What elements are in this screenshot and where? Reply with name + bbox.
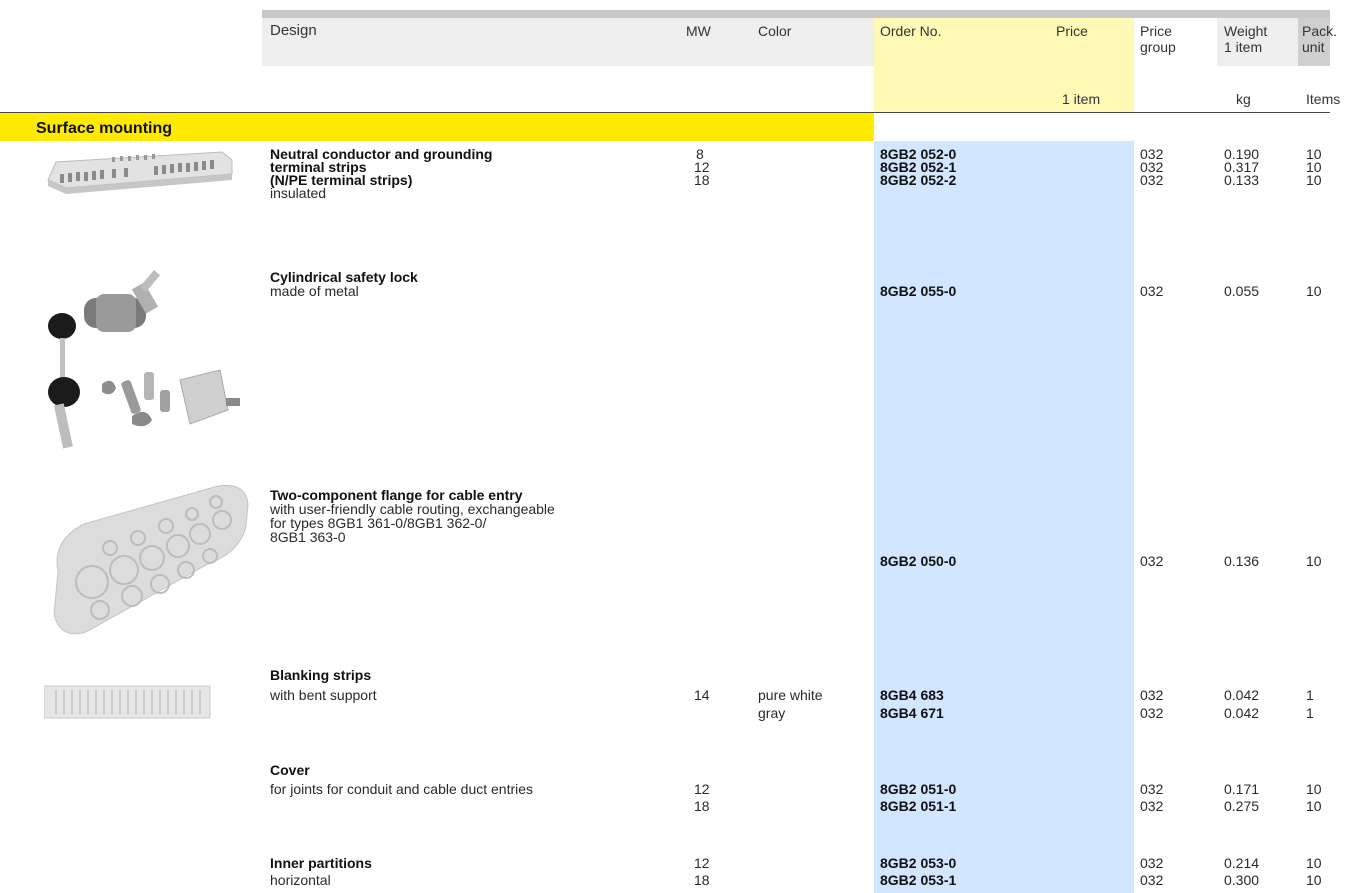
header-weight-unit: kg — [1236, 91, 1251, 107]
cell-pack: 1 — [1306, 687, 1314, 703]
cell-weight: 0.300 — [1224, 872, 1260, 888]
product-title: Inner partitions — [270, 855, 372, 871]
header-mw: MW — [686, 23, 711, 39]
cell-order-no: 8GB2 053-0 — [880, 855, 957, 871]
cell-price-group: 032 — [1140, 781, 1164, 797]
cell-weight: 0.055 — [1224, 283, 1260, 299]
cell-order-no: 8GB2 052-2 — [880, 172, 957, 188]
cell-pack: 10 — [1306, 781, 1322, 797]
cell-price-group: 032 — [1140, 283, 1164, 299]
header-price-group-line2: group — [1140, 39, 1176, 55]
cell-price-group: 032 — [1140, 855, 1164, 871]
cell-mw: 14 — [694, 687, 710, 703]
terminal-strip-image — [42, 148, 238, 199]
cell-weight: 0.042 — [1224, 687, 1260, 703]
header-weight-line1: Weight — [1224, 23, 1268, 39]
cell-pack: 10 — [1306, 872, 1322, 888]
cell-price-group: 032 — [1140, 872, 1164, 888]
cell-color: gray — [758, 705, 786, 721]
header-pack-line2: unit — [1302, 39, 1325, 55]
cell-mw: 18 — [694, 872, 710, 888]
cell-order-no: 8GB2 053-1 — [880, 872, 957, 888]
header-pack-line1: Pack. — [1302, 23, 1338, 39]
product-title: Cover — [270, 762, 310, 778]
header-order-no: Order No. — [880, 23, 942, 39]
cell-weight: 0.136 — [1224, 553, 1260, 569]
product-title: Blanking strips — [270, 667, 372, 683]
cell-pack: 10 — [1306, 798, 1322, 814]
cell-pack: 10 — [1306, 283, 1322, 299]
product-description: horizontal — [270, 872, 331, 888]
cell-weight: 0.275 — [1224, 798, 1260, 814]
cell-mw: 12 — [694, 781, 710, 797]
cell-order-no: 8GB2 055-0 — [880, 283, 957, 299]
header-color: Color — [758, 23, 792, 39]
cell-order-no: 8GB2 050-0 — [880, 553, 957, 569]
header-top-rule — [262, 10, 1330, 18]
cell-color: pure white — [758, 687, 823, 703]
cell-weight: 0.133 — [1224, 172, 1260, 188]
cell-pack: 10 — [1306, 553, 1322, 569]
cell-price-group: 032 — [1140, 705, 1164, 721]
section-title: Surface mounting — [36, 120, 173, 137]
flange-image — [40, 482, 252, 641]
cell-weight: 0.214 — [1224, 855, 1260, 871]
blanking-strip-image — [43, 680, 212, 725]
safety-lock-image — [40, 264, 250, 457]
header-pack-unit: Items — [1306, 91, 1341, 107]
header-price: Price — [1056, 23, 1088, 39]
cell-order-no: 8GB4 683 — [880, 687, 944, 703]
product-description: insulated — [270, 185, 327, 201]
cell-price-group: 032 — [1140, 553, 1164, 569]
product-description: 8GB1 363-0 — [270, 529, 346, 545]
product-description: for joints for conduit and cable duct en… — [270, 781, 534, 797]
cell-order-no: 8GB4 671 — [880, 705, 944, 721]
cell-weight: 0.171 — [1224, 781, 1260, 797]
cell-pack: 10 — [1306, 855, 1322, 871]
cell-pack: 1 — [1306, 705, 1314, 721]
cell-order-no: 8GB2 051-0 — [880, 781, 957, 797]
cell-mw: 18 — [694, 172, 710, 188]
header-weight-line2: 1 item — [1224, 39, 1263, 55]
cell-pack: 10 — [1306, 172, 1322, 188]
cell-price-group: 032 — [1140, 798, 1164, 814]
product-description: made of metal — [270, 283, 359, 299]
cell-weight: 0.042 — [1224, 705, 1260, 721]
cell-mw: 12 — [694, 855, 710, 871]
cell-price-group: 032 — [1140, 172, 1164, 188]
cell-price-group: 032 — [1140, 687, 1164, 703]
header-design: Design — [270, 22, 317, 39]
product-description: with bent support — [270, 687, 377, 703]
cell-order-no: 8GB2 051-1 — [880, 798, 957, 814]
header-price-group-line1: Price — [1140, 23, 1172, 39]
cell-mw: 18 — [694, 798, 710, 814]
header-price-unit: 1 item — [1062, 91, 1101, 107]
